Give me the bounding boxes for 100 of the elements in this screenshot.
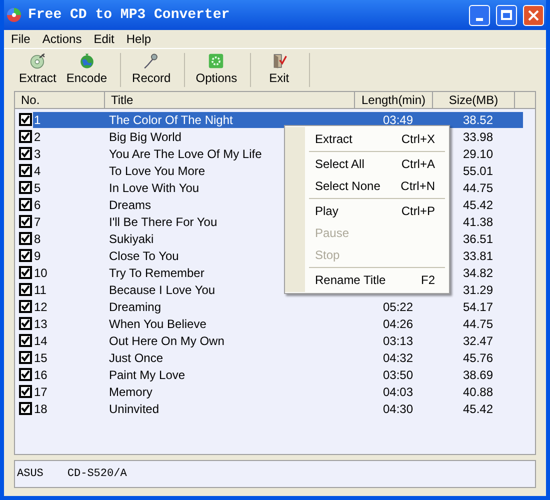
checkbox[interactable] xyxy=(19,300,32,313)
checkbox[interactable] xyxy=(19,334,32,347)
track-size: 34.82 xyxy=(462,264,494,282)
track-title[interactable]: Big Big World xyxy=(109,130,182,144)
track-size: 44.75 xyxy=(462,180,494,196)
track-title[interactable]: Dreaming xyxy=(109,300,162,314)
checkbox[interactable] xyxy=(19,402,32,415)
track-title[interactable]: Uninvited xyxy=(109,402,160,416)
track-number: 14 xyxy=(34,334,48,348)
checkbox[interactable] xyxy=(19,164,32,177)
track-title[interactable]: In Love With You xyxy=(109,180,200,194)
checkbox[interactable] xyxy=(19,130,32,143)
toolbar-button[interactable]: Record xyxy=(127,53,176,87)
track-length: 03:50 xyxy=(382,366,414,384)
track-size: 41.38 xyxy=(462,214,494,230)
track-title[interactable]: To Love You More xyxy=(109,164,206,178)
track-title[interactable]: Memory xyxy=(109,384,152,398)
track-length: 04:26 xyxy=(382,316,414,332)
track-size: 54.17 xyxy=(462,298,494,316)
menu-item[interactable]: File xyxy=(6,30,36,48)
track-number: 3 xyxy=(34,146,41,160)
checkbox[interactable] xyxy=(19,113,32,126)
checkbox[interactable] xyxy=(19,317,32,330)
column-header[interactable]: Size(MB) xyxy=(433,92,515,108)
minimize-button[interactable] xyxy=(469,4,490,26)
menu-item[interactable]: Extract Ctrl+X xyxy=(305,128,449,150)
checkbox[interactable] xyxy=(19,351,32,364)
track-length: 04:03 xyxy=(382,384,414,400)
checkbox[interactable] xyxy=(19,283,32,296)
track-number: 18 xyxy=(34,402,48,416)
track-size: 32.47 xyxy=(462,332,494,350)
menu-item[interactable]: Edit xyxy=(88,30,120,48)
track-title[interactable]: Paint My Love xyxy=(109,368,186,382)
checkbox[interactable] xyxy=(19,368,32,381)
menu-item[interactable]: Select All Ctrl+A xyxy=(305,153,449,175)
track-number: 15 xyxy=(34,350,48,364)
checkbox[interactable] xyxy=(19,181,32,194)
track-size: 33.81 xyxy=(462,248,494,264)
menu-item[interactable]: Rename Title F2 xyxy=(305,269,449,291)
track-number: 16 xyxy=(34,368,48,382)
track-length: 03:13 xyxy=(382,332,414,350)
track-size: 36.51 xyxy=(462,230,494,248)
checkbox[interactable] xyxy=(19,215,32,228)
track-size: 55.01 xyxy=(462,162,494,180)
track-title[interactable]: Sukiyaki xyxy=(109,232,154,246)
menu-item[interactable]: Actions xyxy=(37,30,87,48)
track-length: 04:30 xyxy=(382,400,414,418)
column-header[interactable]: Length(min) xyxy=(355,92,433,108)
track-number: 5 xyxy=(34,180,41,194)
track-number: 7 xyxy=(34,214,41,228)
column-header[interactable]: No. xyxy=(15,92,105,108)
track-number: 8 xyxy=(34,232,41,246)
track-title[interactable]: Because I Love You xyxy=(109,282,216,296)
track-title[interactable]: Dreams xyxy=(109,198,152,212)
track-size: 45.42 xyxy=(462,400,494,418)
track-number: 13 xyxy=(34,316,48,330)
cd-icon xyxy=(6,7,22,23)
toolbar-button[interactable]: Options xyxy=(190,53,242,87)
menu-item[interactable]: Help xyxy=(121,30,156,48)
maximize-button[interactable] xyxy=(496,4,517,26)
checkbox[interactable] xyxy=(19,249,32,262)
gear-icon xyxy=(207,53,226,69)
checkbox[interactable] xyxy=(19,385,32,398)
toolbar-button[interactable]: Exit xyxy=(257,53,302,87)
menu-item[interactable]: Play Ctrl+P xyxy=(305,200,449,222)
track-length: 04:32 xyxy=(382,350,414,366)
close-button[interactable] xyxy=(523,4,544,26)
checkbox[interactable] xyxy=(19,147,32,160)
track-title[interactable]: I'll Be There For You xyxy=(109,214,218,228)
track-size: 31.29 xyxy=(462,282,494,298)
track-size: 38.69 xyxy=(462,366,494,384)
track-title[interactable]: The Color Of The Night xyxy=(109,112,233,126)
track-title[interactable]: You Are The Love Of My Life xyxy=(109,146,262,160)
checkbox[interactable] xyxy=(19,198,32,211)
track-title[interactable]: Close To You xyxy=(109,248,179,262)
cd-icon xyxy=(28,53,48,69)
track-length: 03:49 xyxy=(382,112,414,128)
toolbar-button[interactable]: Encode xyxy=(61,53,112,87)
track-size: 38.52 xyxy=(462,112,494,128)
track-size: 44.75 xyxy=(462,316,494,332)
track-title[interactable]: When You Believe xyxy=(109,316,206,330)
track-number: 12 xyxy=(34,300,48,314)
toolbar-button[interactable]: Extract xyxy=(14,53,62,87)
track-number: 10 xyxy=(34,266,48,280)
track-size: 33.98 xyxy=(462,128,494,146)
column-header[interactable]: Title xyxy=(105,92,355,108)
track-title[interactable]: Try To Remember xyxy=(109,266,204,280)
menu-item[interactable]: Select None Ctrl+N xyxy=(305,175,449,197)
track-number: 6 xyxy=(34,198,41,212)
track-title[interactable]: Out Here On My Own xyxy=(109,334,224,348)
track-size: 29.10 xyxy=(462,146,494,162)
window-title: Free CD to MP3 Converter xyxy=(28,6,230,24)
track-number: 11 xyxy=(34,282,46,296)
checkbox[interactable] xyxy=(19,232,32,245)
track-size: 45.42 xyxy=(462,196,494,214)
track-number: 2 xyxy=(34,130,41,144)
close-icon xyxy=(528,10,539,20)
status-text: CD-S520/A xyxy=(67,466,127,482)
track-title[interactable]: Just Once xyxy=(109,350,164,364)
checkbox[interactable] xyxy=(19,266,32,279)
